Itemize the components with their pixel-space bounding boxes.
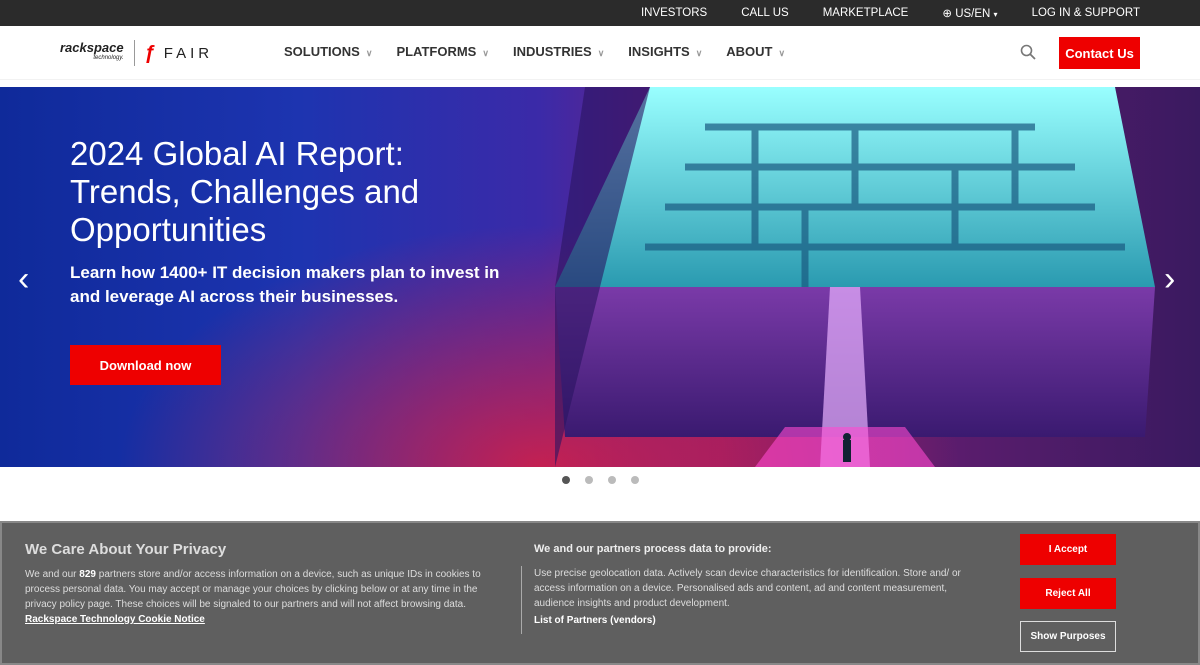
cookie-title: We Care About Your Privacy — [25, 541, 227, 558]
investors-link[interactable]: INVESTORS — [641, 7, 707, 19]
globe-icon: ⊕ — [942, 8, 952, 20]
nav-solutions[interactable]: SOLUTIONS ∨ — [284, 44, 372, 59]
carousel-dot[interactable] — [585, 476, 593, 484]
cookie-text: We and our 829 partners store and/or acc… — [25, 569, 481, 625]
hero-subtitle: Learn how 1400+ IT decision makers plan … — [70, 263, 500, 306]
marketplace-link[interactable]: MARKETPLACE — [823, 7, 909, 19]
contact-us-button[interactable]: Contact Us — [1059, 37, 1140, 69]
carousel-dot[interactable] — [631, 476, 639, 484]
logo-divider — [133, 40, 135, 66]
purposes-text: Use precise geolocation data. Actively s… — [534, 568, 961, 609]
nav-about[interactable]: ABOUT ∨ — [726, 44, 785, 59]
chevron-down-icon: ∨ — [365, 48, 373, 58]
maze-illustration — [555, 87, 1155, 467]
list-of-partners-link[interactable]: List of Partners (vendors) — [534, 615, 656, 626]
carousel-dot[interactable] — [562, 476, 570, 484]
chevron-down-icon: ∨ — [695, 48, 703, 58]
nav-platforms[interactable]: PLATFORMS ∨ — [396, 44, 489, 59]
reject-all-button[interactable]: Reject All — [1020, 578, 1116, 609]
chevron-down-icon: ▾ — [993, 10, 998, 19]
carousel-dots — [562, 476, 639, 484]
show-purposes-button[interactable]: Show Purposes — [1020, 621, 1116, 652]
login-support-link[interactable]: LOG IN & SUPPORT — [1032, 7, 1140, 19]
divider — [521, 566, 522, 634]
chevron-down-icon: ∨ — [778, 48, 786, 58]
call-us-link[interactable]: CALL US — [741, 7, 789, 19]
fair-logo: ƒ FAIR — [145, 42, 213, 65]
cookie-consent-banner: We Care About Your Privacy We and our 82… — [0, 521, 1200, 665]
nav-insights[interactable]: INSIGHTS ∨ — [628, 44, 702, 59]
search-icon[interactable] — [1020, 44, 1036, 60]
hero-carousel: 2024 Global AI Report: Trends, Challenge… — [0, 87, 1200, 467]
logo[interactable]: rackspace technology. ƒ FAIR — [60, 40, 213, 66]
fair-wordmark: FAIR — [163, 44, 214, 62]
main-nav: rackspace technology. ƒ FAIR SOLUTIONS ∨ PL… — [0, 26, 1200, 80]
locale-selector[interactable]: ⊕ US/EN ▾ — [942, 6, 997, 20]
chevron-left-icon[interactable]: ‹ — [18, 262, 29, 296]
accept-button[interactable]: I Accept — [1020, 534, 1116, 565]
nav-industries[interactable]: INDUSTRIES ∨ — [513, 44, 604, 59]
utility-bar: INVESTORS CALL US MARKETPLACE ⊕ US/EN ▾ … — [0, 0, 1200, 26]
rackspace-logo: rackspace technology. — [60, 41, 124, 64]
chevron-down-icon: ∨ — [482, 48, 489, 58]
download-now-button[interactable]: Download now — [70, 345, 221, 385]
hero-title: 2024 Global AI Report: Trends, Challenge… — [70, 135, 420, 248]
carousel-dot[interactable] — [608, 476, 616, 484]
chevron-right-icon[interactable]: › — [1164, 262, 1175, 296]
purposes-title: We and our partners process data to prov… — [534, 543, 772, 555]
cookie-notice-link[interactable]: Rackspace Technology Cookie Notice — [25, 614, 205, 625]
chevron-down-icon: ∨ — [597, 48, 605, 58]
partners-count: 829 — [79, 569, 96, 580]
locale-label: US/EN — [955, 8, 991, 20]
fair-mark-icon: ƒ — [144, 41, 156, 64]
